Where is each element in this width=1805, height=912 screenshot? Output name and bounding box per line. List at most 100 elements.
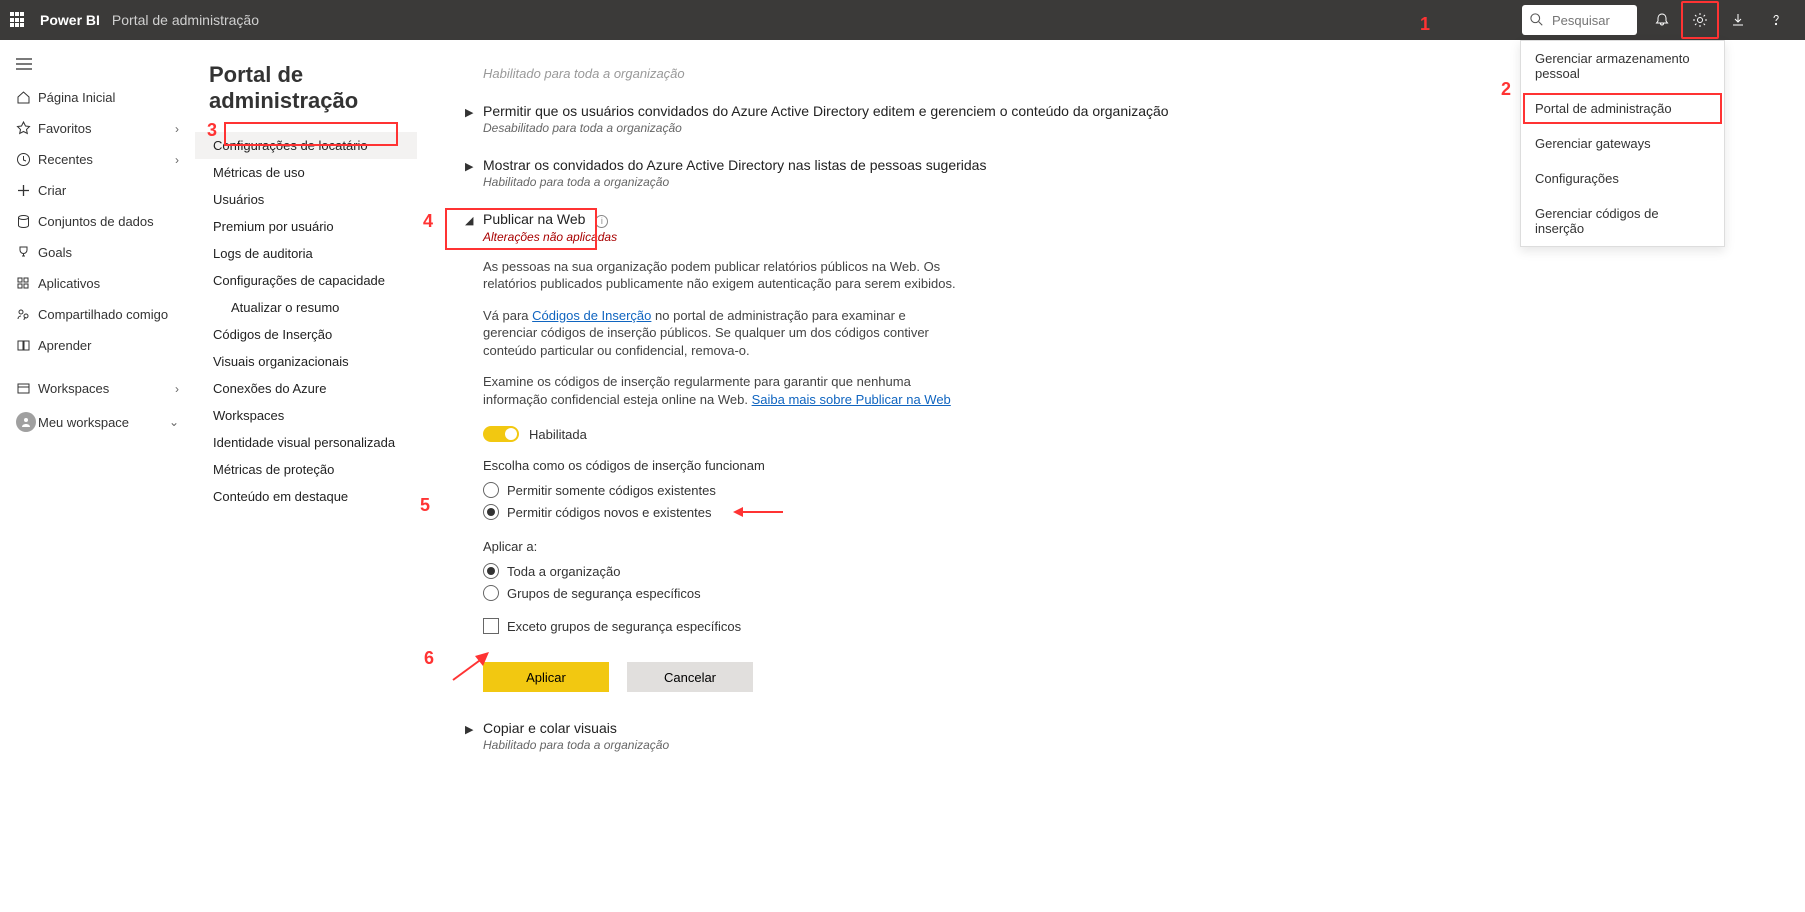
datasets-icon <box>16 214 31 229</box>
sub-usage-metrics[interactable]: Métricas de uso <box>195 159 417 186</box>
nav-learn-label: Aprender <box>38 338 179 353</box>
sub-azure-conn[interactable]: Conexões do Azure <box>195 375 417 402</box>
info-icon[interactable]: i <box>595 215 608 228</box>
radio-existing-only[interactable]: Permitir somente códigos existentes <box>483 479 1765 501</box>
sub-org-visuals[interactable]: Visuais organizacionais <box>195 348 417 375</box>
nav-apps[interactable]: Aplicativos <box>0 268 195 299</box>
sub-capacity[interactable]: Configurações de capacidade <box>195 267 417 294</box>
annotation-6: 6 <box>424 648 434 669</box>
sub-tenant-settings[interactable]: Configurações de locatário <box>195 132 417 159</box>
section-title: Permitir que os usuários convidados do A… <box>483 103 1169 119</box>
publish-title-text: Publicar na Web <box>483 211 585 227</box>
sub-refresh-summary[interactable]: Atualizar o resumo <box>195 294 417 321</box>
annotation-4: 4 <box>423 211 433 232</box>
annotation-arrow-5 <box>733 505 783 519</box>
radio-icon <box>483 504 499 520</box>
workspaces-icon <box>16 381 31 396</box>
sub-audit-logs[interactable]: Logs de auditoria <box>195 240 417 267</box>
sub-embed-codes[interactable]: Códigos de Inserção <box>195 321 417 348</box>
publish-desc-1: As pessoas na sua organização podem publ… <box>483 258 963 293</box>
section-copy-visuals[interactable]: ▶ Copiar e colar visuais Habilitado para… <box>465 720 1765 752</box>
publish-desc-2: Vá para Códigos de Inserção no portal de… <box>483 307 963 360</box>
section-subtitle-warning: Alterações não aplicadas <box>483 230 617 244</box>
nav-favorites[interactable]: Favoritos› <box>0 113 195 144</box>
section-subtitle: Desabilitado para toda a organização <box>483 121 1169 135</box>
settings-gear-icon[interactable] <box>1681 1 1719 39</box>
search-input[interactable] <box>1550 12 1620 29</box>
desc2a: Vá para <box>483 308 532 323</box>
collapse-icon: ▶ <box>465 723 475 736</box>
nav-datasets-label: Conjuntos de dados <box>38 214 179 229</box>
nav-datasets[interactable]: Conjuntos de dados <box>0 206 195 237</box>
chevron-down-icon: ⌄ <box>169 415 179 429</box>
help-icon[interactable] <box>1757 1 1795 39</box>
radio-whole-org[interactable]: Toda a organização <box>483 560 1765 582</box>
chevron-right-icon: › <box>175 153 179 167</box>
expand-icon: ◢ <box>465 214 475 227</box>
clock-icon <box>16 152 31 167</box>
dd-manage-gateways[interactable]: Gerenciar gateways <box>1521 126 1724 161</box>
topbar: Power BI Portal de administração <box>0 0 1805 40</box>
section-title: Copiar e colar visuais <box>483 720 669 736</box>
embed-codes-link[interactable]: Códigos de Inserção <box>532 308 651 323</box>
sub-protection-metrics[interactable]: Métricas de proteção <box>195 456 417 483</box>
radio-label: Permitir somente códigos existentes <box>507 483 716 498</box>
publish-desc-3: Examine os códigos de inserção regularme… <box>483 373 963 408</box>
nav-workspaces-label: Workspaces <box>38 381 175 396</box>
nav-apps-label: Aplicativos <box>38 276 179 291</box>
embed-heading: Escolha como os códigos de inserção func… <box>483 458 1765 473</box>
sub-featured[interactable]: Conteúdo em destaque <box>195 483 417 510</box>
apply-button[interactable]: Aplicar <box>483 662 609 692</box>
hamburger-icon[interactable] <box>0 54 195 82</box>
nav-myws-label: Meu workspace <box>38 415 169 430</box>
book-icon <box>16 338 31 353</box>
notifications-icon[interactable] <box>1643 1 1681 39</box>
nav-goals-label: Goals <box>38 245 179 260</box>
nav-recent[interactable]: Recentes› <box>0 144 195 175</box>
section-subtitle: Habilitado para toda a organização <box>483 175 986 189</box>
radio-icon <box>483 585 499 601</box>
brand-label: Power BI <box>40 12 100 28</box>
radio-specific-groups[interactable]: Grupos de segurança específicos <box>483 582 1765 604</box>
annotation-5: 5 <box>420 495 430 516</box>
nav-home[interactable]: Página Inicial <box>0 82 195 113</box>
sub-workspaces[interactable]: Workspaces <box>195 402 417 429</box>
sub-premium-per-user[interactable]: Premium por usuário <box>195 213 417 240</box>
dd-manage-embed[interactable]: Gerenciar códigos de inserção <box>1521 196 1724 246</box>
radio-new-and-existing[interactable]: Permitir códigos novos e existentes <box>483 501 1765 523</box>
dd-admin-portal[interactable]: Portal de administração <box>1521 91 1724 126</box>
sub-branding[interactable]: Identidade visual personalizada <box>195 429 417 456</box>
sub-users[interactable]: Usuários <box>195 186 417 213</box>
cancel-button[interactable]: Cancelar <box>627 662 753 692</box>
radio-icon <box>483 482 499 498</box>
section-subtitle: Habilitado para toda a organização <box>483 738 669 752</box>
settings-dropdown: Gerenciar armazenamento pessoal Portal d… <box>1520 40 1725 247</box>
app-launcher-icon[interactable] <box>10 12 26 28</box>
except-checkbox-row[interactable]: Exceto grupos de segurança específicos <box>483 618 1765 634</box>
annotation-1: 1 <box>1420 14 1430 35</box>
nav-create[interactable]: Criar <box>0 175 195 206</box>
dd-manage-storage[interactable]: Gerenciar armazenamento pessoal <box>1521 41 1724 91</box>
nav-recent-label: Recentes <box>38 152 175 167</box>
annotation-2: 2 <box>1501 79 1511 100</box>
nav-shared[interactable]: Compartilhado comigo <box>0 299 195 330</box>
apply-heading: Aplicar a: <box>483 539 1765 554</box>
dd-settings[interactable]: Configurações <box>1521 161 1724 196</box>
left-nav: Página Inicial Favoritos› Recentes› Cria… <box>0 40 195 814</box>
download-icon[interactable] <box>1719 1 1757 39</box>
section-title: Publicar na Web i <box>483 211 617 228</box>
avatar-icon <box>16 412 36 432</box>
nav-my-workspace[interactable]: Meu workspace⌄ <box>0 404 195 440</box>
learn-more-link[interactable]: Saiba mais sobre Publicar na Web <box>752 392 951 407</box>
nav-workspaces[interactable]: Workspaces› <box>0 373 195 404</box>
enabled-toggle[interactable] <box>483 426 519 442</box>
nav-favorites-label: Favoritos <box>38 121 175 136</box>
section-title: Mostrar os convidados do Azure Active Di… <box>483 157 986 173</box>
annotation-arrow-6 <box>445 652 495 682</box>
plus-icon <box>16 183 31 198</box>
page-title: Portal de administração <box>195 62 417 114</box>
collapse-icon: ▶ <box>465 106 475 119</box>
nav-goals[interactable]: Goals <box>0 237 195 268</box>
nav-learn[interactable]: Aprender <box>0 330 195 361</box>
search-box[interactable] <box>1522 5 1637 35</box>
